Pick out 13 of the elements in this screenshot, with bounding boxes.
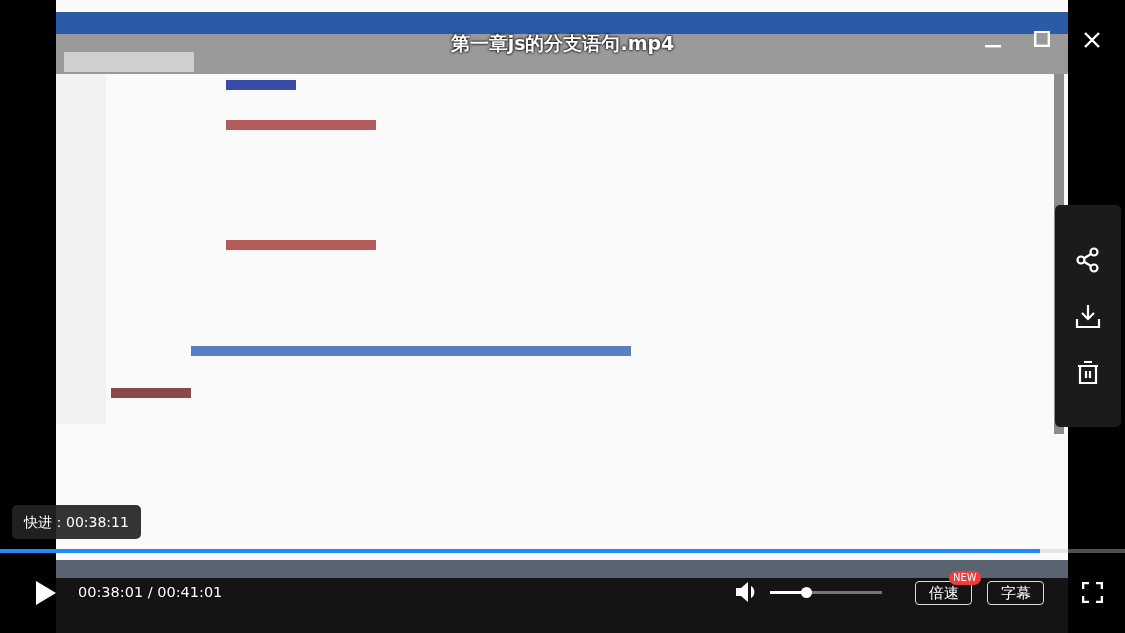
close-icon[interactable]	[1083, 31, 1101, 49]
seek-tooltip: 快进：00:38:11	[12, 505, 141, 539]
play-icon[interactable]	[34, 579, 58, 607]
time-display: 00:38:01 / 00:41:01	[78, 584, 223, 600]
share-icon[interactable]	[1075, 247, 1101, 273]
new-badge: NEW	[949, 571, 981, 585]
maximize-icon[interactable]	[1034, 31, 1050, 47]
fullscreen-icon[interactable]	[1082, 582, 1103, 603]
option-button[interactable]: 字幕	[987, 581, 1044, 605]
delete-icon[interactable]	[1076, 359, 1100, 385]
slider-thumb[interactable]	[800, 587, 812, 598]
video-title: 第一章js的分支语句.mp4	[450, 31, 675, 56]
download-icon[interactable]	[1075, 303, 1101, 329]
